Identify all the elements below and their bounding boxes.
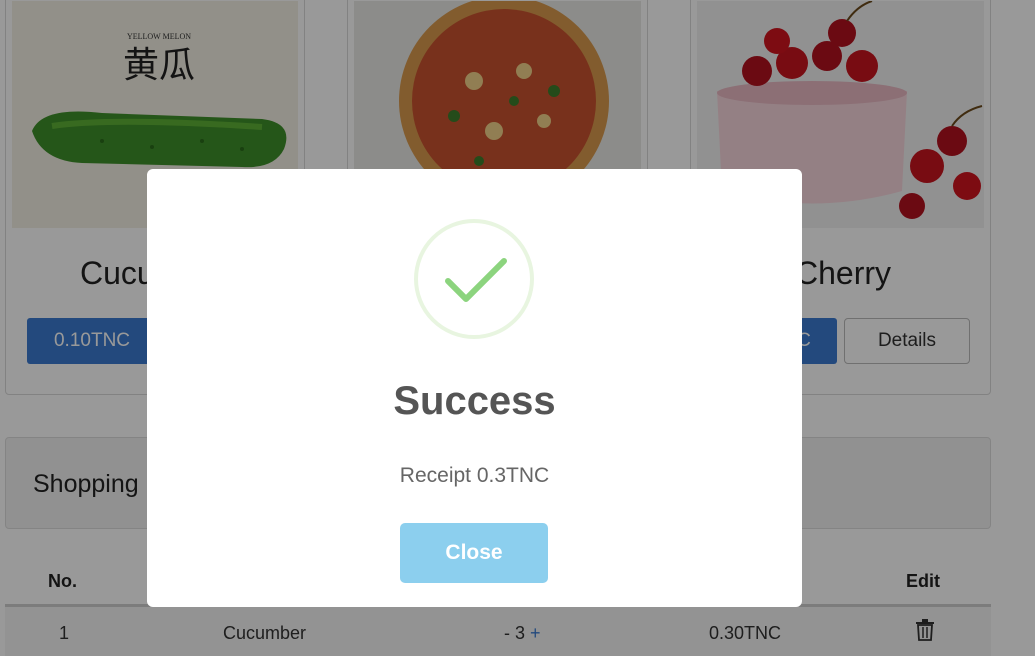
- success-check-icon: [414, 219, 534, 339]
- close-button[interactable]: Close: [400, 523, 548, 583]
- dialog-message: Receipt 0.3TNC: [399, 464, 550, 487]
- dialog-title: Success: [393, 379, 556, 423]
- success-dialog: Success Receipt 0.3TNC Close: [147, 169, 802, 607]
